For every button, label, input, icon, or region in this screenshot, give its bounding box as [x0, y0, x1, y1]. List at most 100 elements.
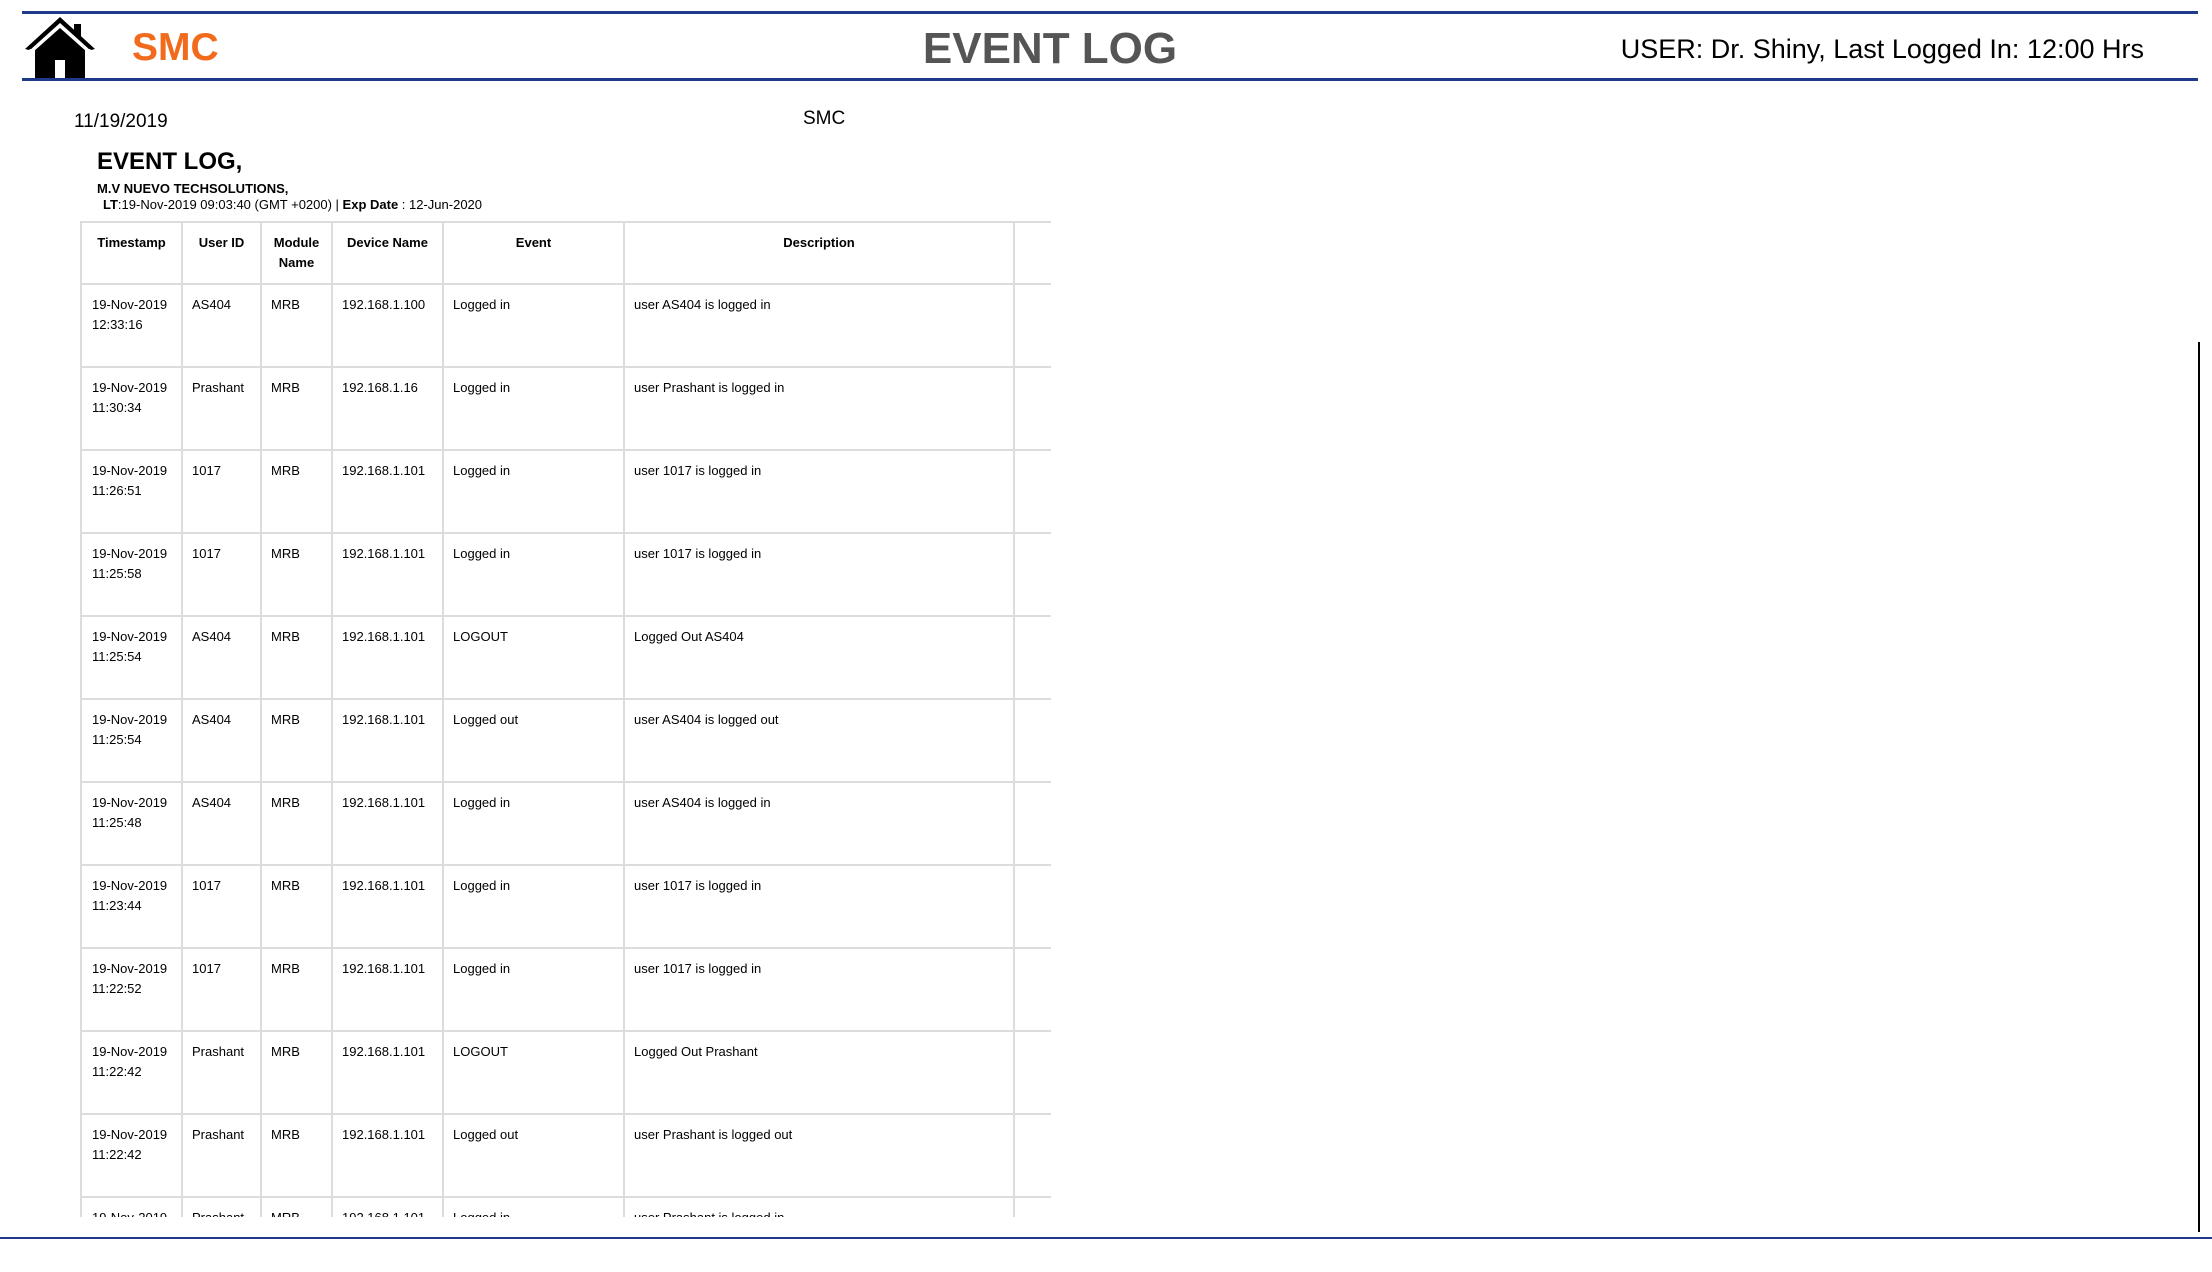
cell-user-id: 1017: [181, 864, 262, 949]
cell-module-name: MRB: [260, 1113, 333, 1198]
cell-timestamp: 19-Nov-2019: [80, 1196, 183, 1217]
column-header-timestamp[interactable]: Timestamp: [80, 221, 183, 285]
table-row[interactable]: 19-Nov-2019 11:30:34 Prashant MRB 192.168.1…: [80, 366, 1051, 451]
cell-module-name: MRB: [260, 532, 333, 617]
cell-event: Logged in: [442, 366, 625, 451]
table-row[interactable]: 19-Nov-2019 11:23:44 1017 MRB 192.168.1.101…: [80, 864, 1051, 949]
cell-timestamp: 19-Nov-2019 12:33:16: [80, 283, 183, 368]
cell-extra: [1013, 864, 1051, 949]
table-row[interactable]: 19-Nov-2019 11:22:42 Prashant MRB 192.168.1…: [80, 1113, 1051, 1198]
cell-user-id: Prashant: [181, 1196, 262, 1217]
cell-extra: [1013, 449, 1051, 534]
lt-label: LT: [103, 197, 118, 212]
cell-timestamp: 19-Nov-2019 11:26:51: [80, 449, 183, 534]
cell-module-name: MRB: [260, 615, 333, 700]
user-info: USER: Dr. Shiny, Last Logged In: 12:00 H…: [1620, 34, 2144, 64]
cell-description: user Prashant is logged in: [623, 1196, 1015, 1217]
cell-extra: [1013, 698, 1051, 783]
cell-event: Logged in: [442, 947, 625, 1032]
table-row[interactable]: 19-Nov-2019 11:25:54 AS404 MRB 192.168.1.10…: [80, 698, 1051, 783]
table-row[interactable]: 19-Nov-2019 11:25:58 1017 MRB 192.168.1.101…: [80, 532, 1051, 617]
cell-extra: [1013, 1196, 1051, 1217]
cell-timestamp: 19-Nov-2019 11:25:58: [80, 532, 183, 617]
cell-extra: [1013, 615, 1051, 700]
exp-date-label: Exp Date: [342, 197, 399, 212]
report-date: 11/19/2019: [74, 111, 168, 132]
cell-event: Logged in: [442, 449, 625, 534]
column-header-event[interactable]: Event: [442, 221, 625, 285]
cell-module-name: MRB: [260, 781, 333, 866]
cell-module-name: MRB: [260, 1196, 333, 1217]
cell-device-name: 192.168.1.101: [331, 781, 444, 866]
cell-description: user Prashant is logged in: [623, 366, 1015, 451]
cell-user-id: 1017: [181, 947, 262, 1032]
cell-user-id: AS404: [181, 283, 262, 368]
cell-description: user 1017 is logged in: [623, 532, 1015, 617]
lt-value: :19-Nov-2019 09:03:40 (GMT +0200) |: [117, 197, 343, 212]
cell-device-name: 192.168.1.16: [331, 366, 444, 451]
cell-description: Logged Out AS404: [623, 615, 1015, 700]
report-company: SMC: [803, 108, 846, 129]
cell-description: user Prashant is logged out: [623, 1113, 1015, 1198]
cell-timestamp: 19-Nov-2019 11:22:42: [80, 1113, 183, 1198]
cell-module-name: MRB: [260, 1030, 333, 1115]
cell-module-name: MRB: [260, 698, 333, 783]
cell-timestamp: 19-Nov-2019 11:22:42: [80, 1030, 183, 1115]
cell-device-name: 192.168.1.101: [331, 615, 444, 700]
cell-user-id: AS404: [181, 698, 262, 783]
table-row[interactable]: 19-Nov-2019 11:26:51 1017 MRB 192.168.1.101…: [80, 449, 1051, 534]
cell-description: user AS404 is logged out: [623, 698, 1015, 783]
cell-event: Logged in: [442, 781, 625, 866]
cell-user-id: 1017: [181, 532, 262, 617]
cell-module-name: MRB: [260, 283, 333, 368]
event-log-table: Timestamp User ID Module Name Device Nam…: [80, 221, 1051, 1217]
table-row[interactable]: 19-Nov-2019 12:33:16 AS404 MRB 192.168.1.10…: [80, 283, 1051, 368]
column-header-extra: [1013, 221, 1051, 285]
cell-description: user 1017 is logged in: [623, 947, 1015, 1032]
report-meta: LT:19-Nov-2019 09:03:40 (GMT +0200) | Ex…: [103, 197, 482, 212]
cell-module-name: MRB: [260, 449, 333, 534]
cell-extra: [1013, 947, 1051, 1032]
cell-event: Logged in: [442, 283, 625, 368]
table-row[interactable]: 19-Nov-2019 11:22:42 Prashant MRB 192.168.1…: [80, 1030, 1051, 1115]
cell-user-id: AS404: [181, 615, 262, 700]
column-header-device-name[interactable]: Device Name: [331, 221, 444, 285]
table-row[interactable]: 19-Nov-2019PrashantMRB192.168.1.101Logge…: [80, 1196, 1051, 1217]
cell-device-name: 192.168.1.101: [331, 947, 444, 1032]
cell-event: Logged in: [442, 864, 625, 949]
cell-description: Logged Out Prashant: [623, 1030, 1015, 1115]
cell-user-id: AS404: [181, 781, 262, 866]
cell-timestamp: 19-Nov-2019 11:25:54: [80, 698, 183, 783]
column-header-module-name[interactable]: Module Name: [260, 221, 333, 285]
cell-module-name: MRB: [260, 947, 333, 1032]
cell-user-id: 1017: [181, 449, 262, 534]
table-row[interactable]: 19-Nov-2019 11:25:54 AS404 MRB 192.168.1.10…: [80, 615, 1051, 700]
cell-device-name: 192.168.1.101: [331, 1196, 444, 1217]
event-log-table-container[interactable]: Timestamp User ID Module Name Device Nam…: [80, 221, 1051, 1217]
cell-extra: [1013, 283, 1051, 368]
cell-event: Logged out: [442, 1113, 625, 1198]
report-organization: M.V NUEVO TECHSOLUTIONS,: [97, 181, 289, 196]
cell-device-name: 192.168.1.100: [331, 283, 444, 368]
table-header-row: Timestamp User ID Module Name Device Nam…: [80, 221, 1051, 285]
cell-timestamp: 19-Nov-2019 11:25:48: [80, 781, 183, 866]
scrollbar-track[interactable]: [2198, 342, 2200, 1232]
cell-event: Logged in: [442, 1196, 625, 1217]
cell-extra: [1013, 532, 1051, 617]
column-header-user-id[interactable]: User ID: [181, 221, 262, 285]
table-row[interactable]: 19-Nov-2019 11:25:48 AS404 MRB 192.168.1.10…: [80, 781, 1051, 866]
cell-extra: [1013, 366, 1051, 451]
cell-device-name: 192.168.1.101: [331, 449, 444, 534]
cell-device-name: 192.168.1.101: [331, 698, 444, 783]
column-header-description[interactable]: Description: [623, 221, 1015, 285]
cell-description: user AS404 is logged in: [623, 283, 1015, 368]
cell-description: user 1017 is logged in: [623, 864, 1015, 949]
cell-module-name: MRB: [260, 864, 333, 949]
header-divider: [22, 78, 2198, 81]
cell-event: Logged in: [442, 532, 625, 617]
table-row[interactable]: 19-Nov-2019 11:22:52 1017 MRB 192.168.1.101…: [80, 947, 1051, 1032]
report-title: EVENT LOG,: [97, 148, 243, 175]
cell-user-id: Prashant: [181, 366, 262, 451]
cell-event: LOGOUT: [442, 615, 625, 700]
cell-description: user AS404 is logged in: [623, 781, 1015, 866]
